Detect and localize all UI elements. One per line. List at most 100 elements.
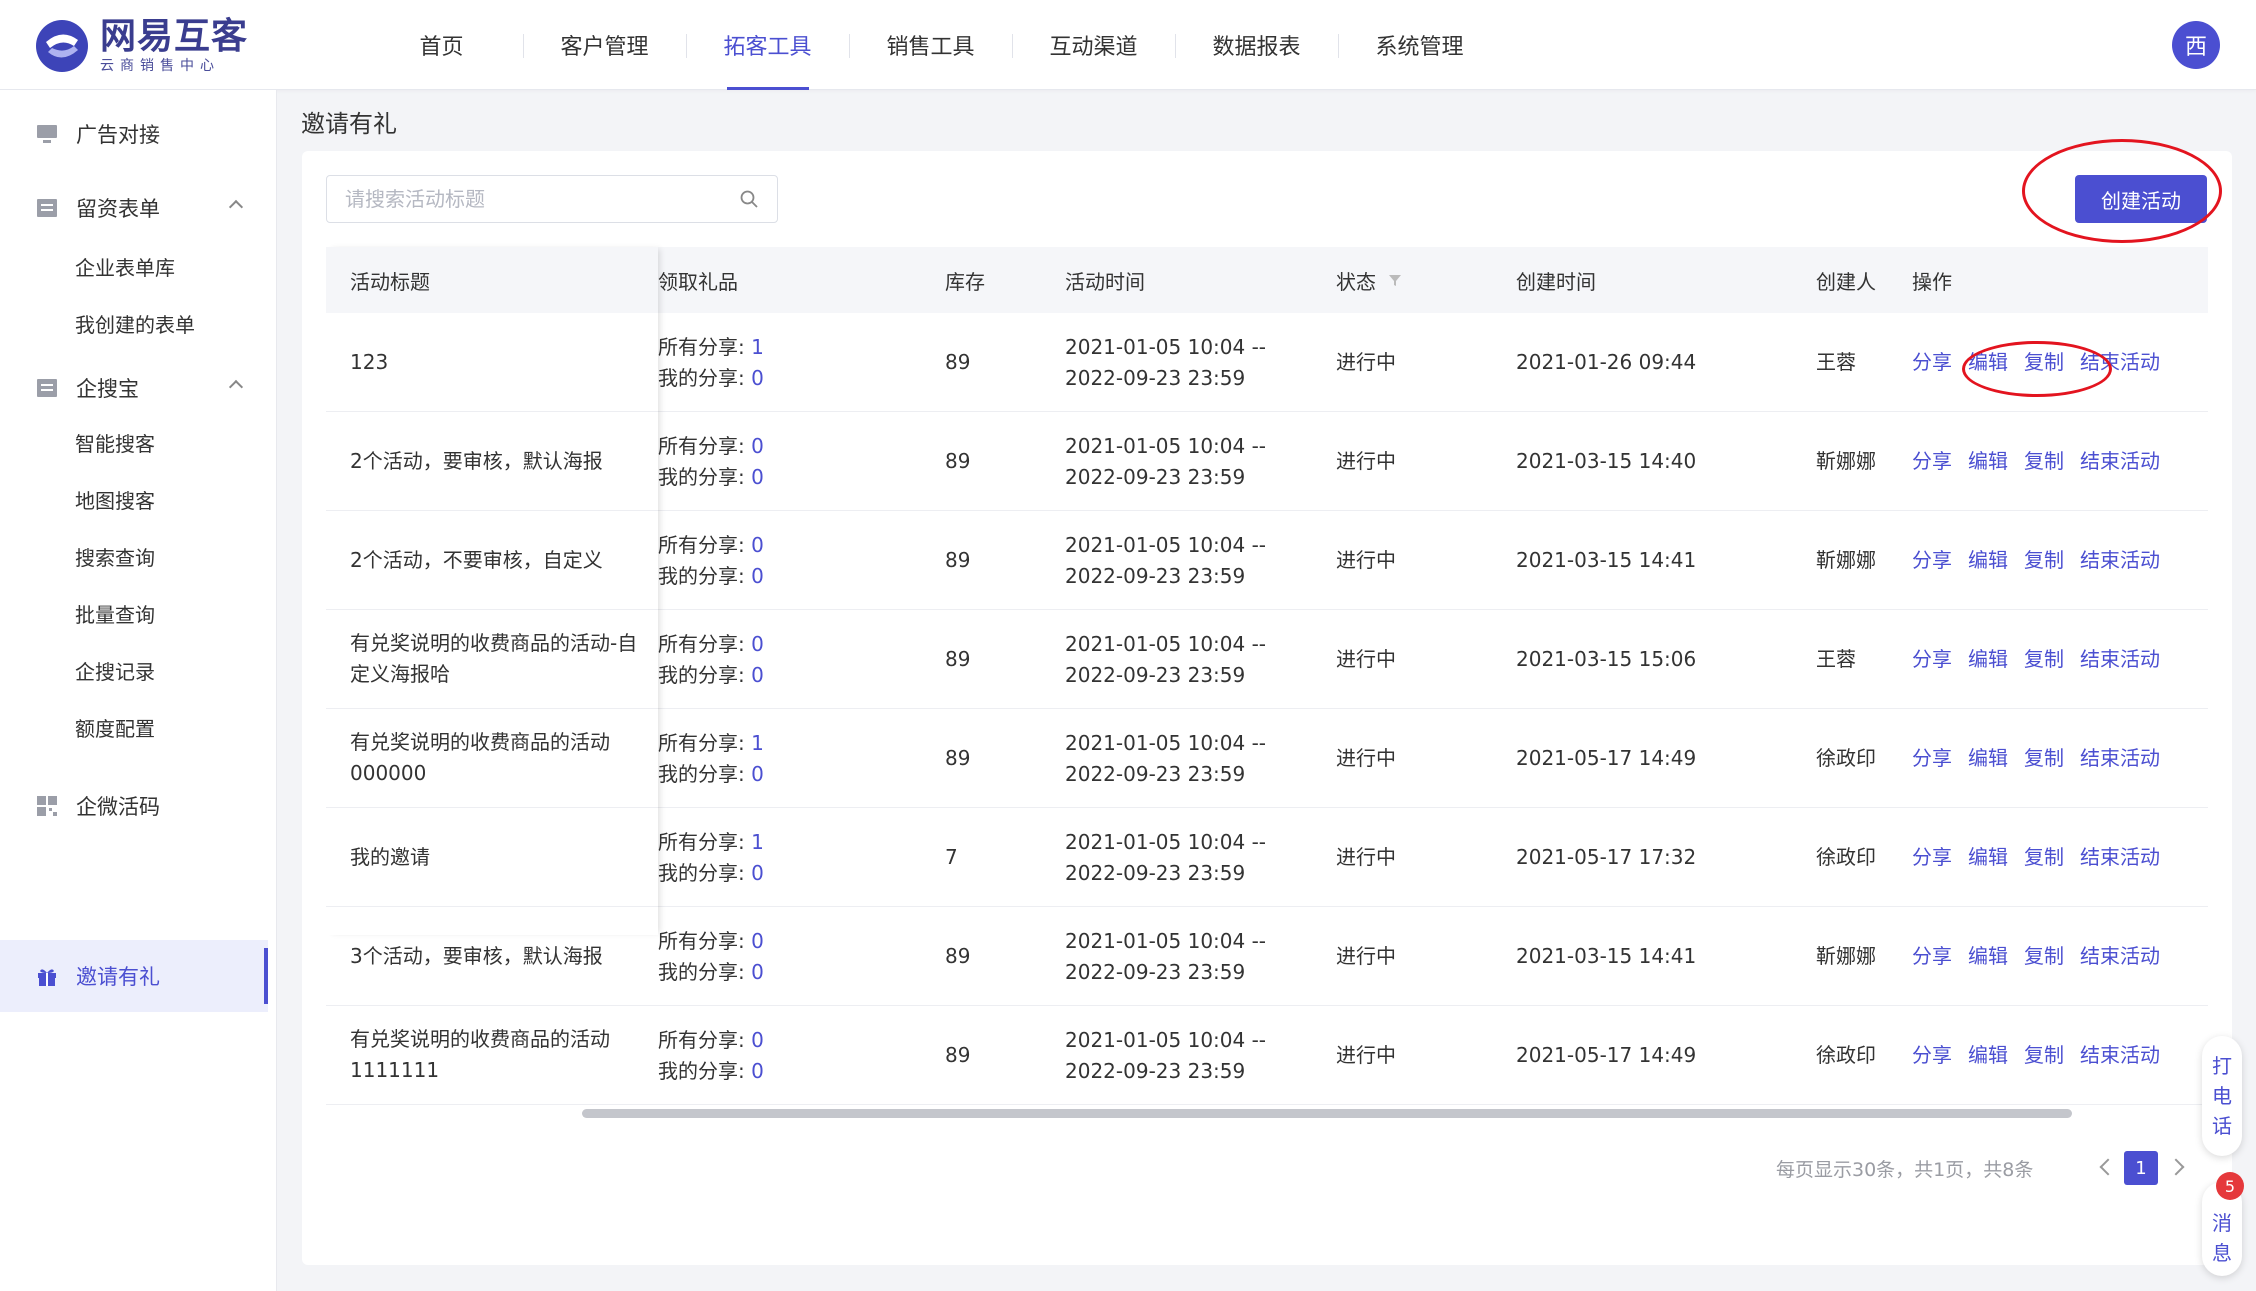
- edit-link[interactable]: 编辑: [1968, 545, 2008, 576]
- ops-cell: 分享 编辑 复制 结束活动: [1912, 907, 2176, 1006]
- col-created: 创建时间: [1516, 269, 1596, 294]
- gift-mine-label: 我的分享:: [658, 959, 752, 984]
- gift-mine: 我的分享: 0: [658, 363, 764, 394]
- time-end: 2022-09-23 23:59: [1065, 959, 1246, 984]
- sidebar-item-qisoubao[interactable]: 企搜宝: [0, 360, 277, 416]
- share-link[interactable]: 分享: [1912, 446, 1952, 477]
- chevron-up-icon: [228, 379, 244, 395]
- end-activity-link[interactable]: 结束活动: [2080, 446, 2160, 477]
- sidebar-subitem-search-records[interactable]: 企搜记录: [75, 650, 155, 690]
- copy-link[interactable]: 复制: [2024, 545, 2064, 576]
- title-cell: 123: [326, 313, 658, 412]
- edit-link[interactable]: 编辑: [1968, 1040, 2008, 1071]
- share-link[interactable]: 分享: [1912, 842, 1952, 873]
- list-icon: [37, 379, 57, 397]
- sidebar-subitem-map-search[interactable]: 地图搜客: [75, 479, 155, 519]
- sidebar-subitem-quota-config[interactable]: 额度配置: [75, 707, 155, 747]
- copy-link[interactable]: 复制: [2024, 1040, 2064, 1071]
- logo[interactable]: 网易互客 云商销售中心: [34, 16, 274, 76]
- end-activity-link[interactable]: 结束活动: [2080, 347, 2160, 378]
- sidebar-subitem-my-forms[interactable]: 我创建的表单: [75, 303, 195, 343]
- status-cell: 进行中: [1336, 647, 1396, 671]
- call-char: 打: [2212, 1054, 2232, 1078]
- nav-item-0[interactable]: 首页: [360, 0, 523, 90]
- logo-title: 网易互客: [100, 16, 249, 57]
- creator-cell: 徐政印: [1816, 1043, 1876, 1067]
- gift-mine-label: 我的分享:: [658, 860, 752, 885]
- gift-all-value: 0: [751, 631, 764, 656]
- share-link[interactable]: 分享: [1912, 545, 1952, 576]
- nav-item-6[interactable]: 系统管理: [1338, 0, 1501, 90]
- edit-link[interactable]: 编辑: [1968, 347, 2008, 378]
- time-cell: 2021-01-05 10:04 -- 2022-09-23 23:59: [1065, 610, 1266, 709]
- share-link[interactable]: 分享: [1912, 743, 1952, 774]
- time-end: 2022-09-23 23:59: [1065, 563, 1246, 588]
- chevron-right-icon[interactable]: [2167, 1158, 2185, 1176]
- active-indicator: [264, 948, 268, 1004]
- creator-cell: 徐政印: [1816, 845, 1876, 869]
- share-link[interactable]: 分享: [1912, 347, 1952, 378]
- end-activity-link[interactable]: 结束活动: [2080, 743, 2160, 774]
- copy-link[interactable]: 复制: [2024, 446, 2064, 477]
- end-activity-link[interactable]: 结束活动: [2080, 644, 2160, 675]
- edit-link[interactable]: 编辑: [1968, 743, 2008, 774]
- gift-mine: 我的分享: 0: [658, 1056, 764, 1087]
- title-cell: 我的邀请: [326, 808, 658, 907]
- sidebar-subitem-batch-query[interactable]: 批量查询: [75, 593, 155, 633]
- copy-link[interactable]: 复制: [2024, 644, 2064, 675]
- nav-item-5[interactable]: 数据报表: [1175, 0, 1338, 90]
- content-card: 创建活动 领取礼品 库存 活动时间 状态 创建时间 创建人 操作 所有分享: 1…: [302, 139, 2232, 1265]
- ops-cell: 分享 编辑 复制 结束活动: [1912, 412, 2176, 511]
- status-cell: 进行中: [1336, 944, 1396, 968]
- search-icon[interactable]: [739, 189, 759, 209]
- gift-mine-value: 0: [751, 1058, 764, 1083]
- gift-mine-label: 我的分享:: [658, 464, 752, 489]
- share-link[interactable]: 分享: [1912, 941, 1952, 972]
- copy-link[interactable]: 复制: [2024, 743, 2064, 774]
- page-number-1[interactable]: 1: [2124, 1151, 2158, 1185]
- sidebar-item-wecom-qr[interactable]: 企微活码: [0, 778, 277, 834]
- copy-link[interactable]: 复制: [2024, 941, 2064, 972]
- sidebar-subitem-form-library[interactable]: 企业表单库: [75, 246, 175, 286]
- nav-item-2[interactable]: 拓客工具: [686, 0, 849, 90]
- col-status[interactable]: 状态: [1336, 247, 1402, 313]
- copy-link[interactable]: 复制: [2024, 347, 2064, 378]
- copy-link[interactable]: 复制: [2024, 842, 2064, 873]
- share-link[interactable]: 分享: [1912, 644, 1952, 675]
- time-cell: 2021-01-05 10:04 -- 2022-09-23 23:59: [1065, 709, 1266, 808]
- gift-cell: 所有分享: 0 我的分享: 0: [658, 412, 764, 511]
- call-widget[interactable]: 打 电 话: [2202, 1036, 2242, 1156]
- edit-link[interactable]: 编辑: [1968, 842, 2008, 873]
- sidebar-subitem-search-query[interactable]: 搜索查询: [75, 536, 155, 576]
- end-activity-link[interactable]: 结束活动: [2080, 941, 2160, 972]
- gift-all-label: 所有分享:: [658, 433, 752, 458]
- form-icon: [37, 199, 57, 217]
- nav-item-4[interactable]: 互动渠道: [1012, 0, 1175, 90]
- search-input[interactable]: [345, 187, 725, 211]
- nav-item-3[interactable]: 销售工具: [849, 0, 1012, 90]
- nav-item-1[interactable]: 客户管理: [523, 0, 686, 90]
- create-activity-button[interactable]: 创建活动: [2075, 175, 2207, 223]
- sidebar-item-leads-form[interactable]: 留资表单: [0, 180, 277, 236]
- filter-icon[interactable]: [1388, 273, 1402, 287]
- sidebar-item-ad[interactable]: 广告对接: [0, 106, 277, 162]
- avatar[interactable]: 西: [2172, 21, 2220, 69]
- end-activity-link[interactable]: 结束活动: [2080, 1040, 2160, 1071]
- edit-link[interactable]: 编辑: [1968, 446, 2008, 477]
- ops-cell: 分享 编辑 复制 结束活动: [1912, 511, 2176, 610]
- share-link[interactable]: 分享: [1912, 1040, 1952, 1071]
- title-cell: 有兑奖说明的收费商品的活动1111111: [326, 1006, 658, 1105]
- created-cell: 2021-03-15 14:40: [1516, 449, 1697, 473]
- end-activity-link[interactable]: 结束活动: [2080, 842, 2160, 873]
- col-title: 活动标题: [326, 247, 658, 313]
- horizontal-scrollbar[interactable]: [582, 1109, 2072, 1118]
- time-start: 2021-01-05 10:04 --: [1065, 334, 1267, 359]
- end-activity-link[interactable]: 结束活动: [2080, 545, 2160, 576]
- chevron-left-icon[interactable]: [2099, 1158, 2117, 1176]
- edit-link[interactable]: 编辑: [1968, 941, 2008, 972]
- sidebar-subitem-smart-search[interactable]: 智能搜客: [75, 422, 155, 462]
- edit-link[interactable]: 编辑: [1968, 644, 2008, 675]
- time-start: 2021-01-05 10:04 --: [1065, 730, 1267, 755]
- gift-mine-label: 我的分享:: [658, 365, 752, 390]
- sidebar-item-invite[interactable]: 邀请有礼: [0, 940, 268, 1012]
